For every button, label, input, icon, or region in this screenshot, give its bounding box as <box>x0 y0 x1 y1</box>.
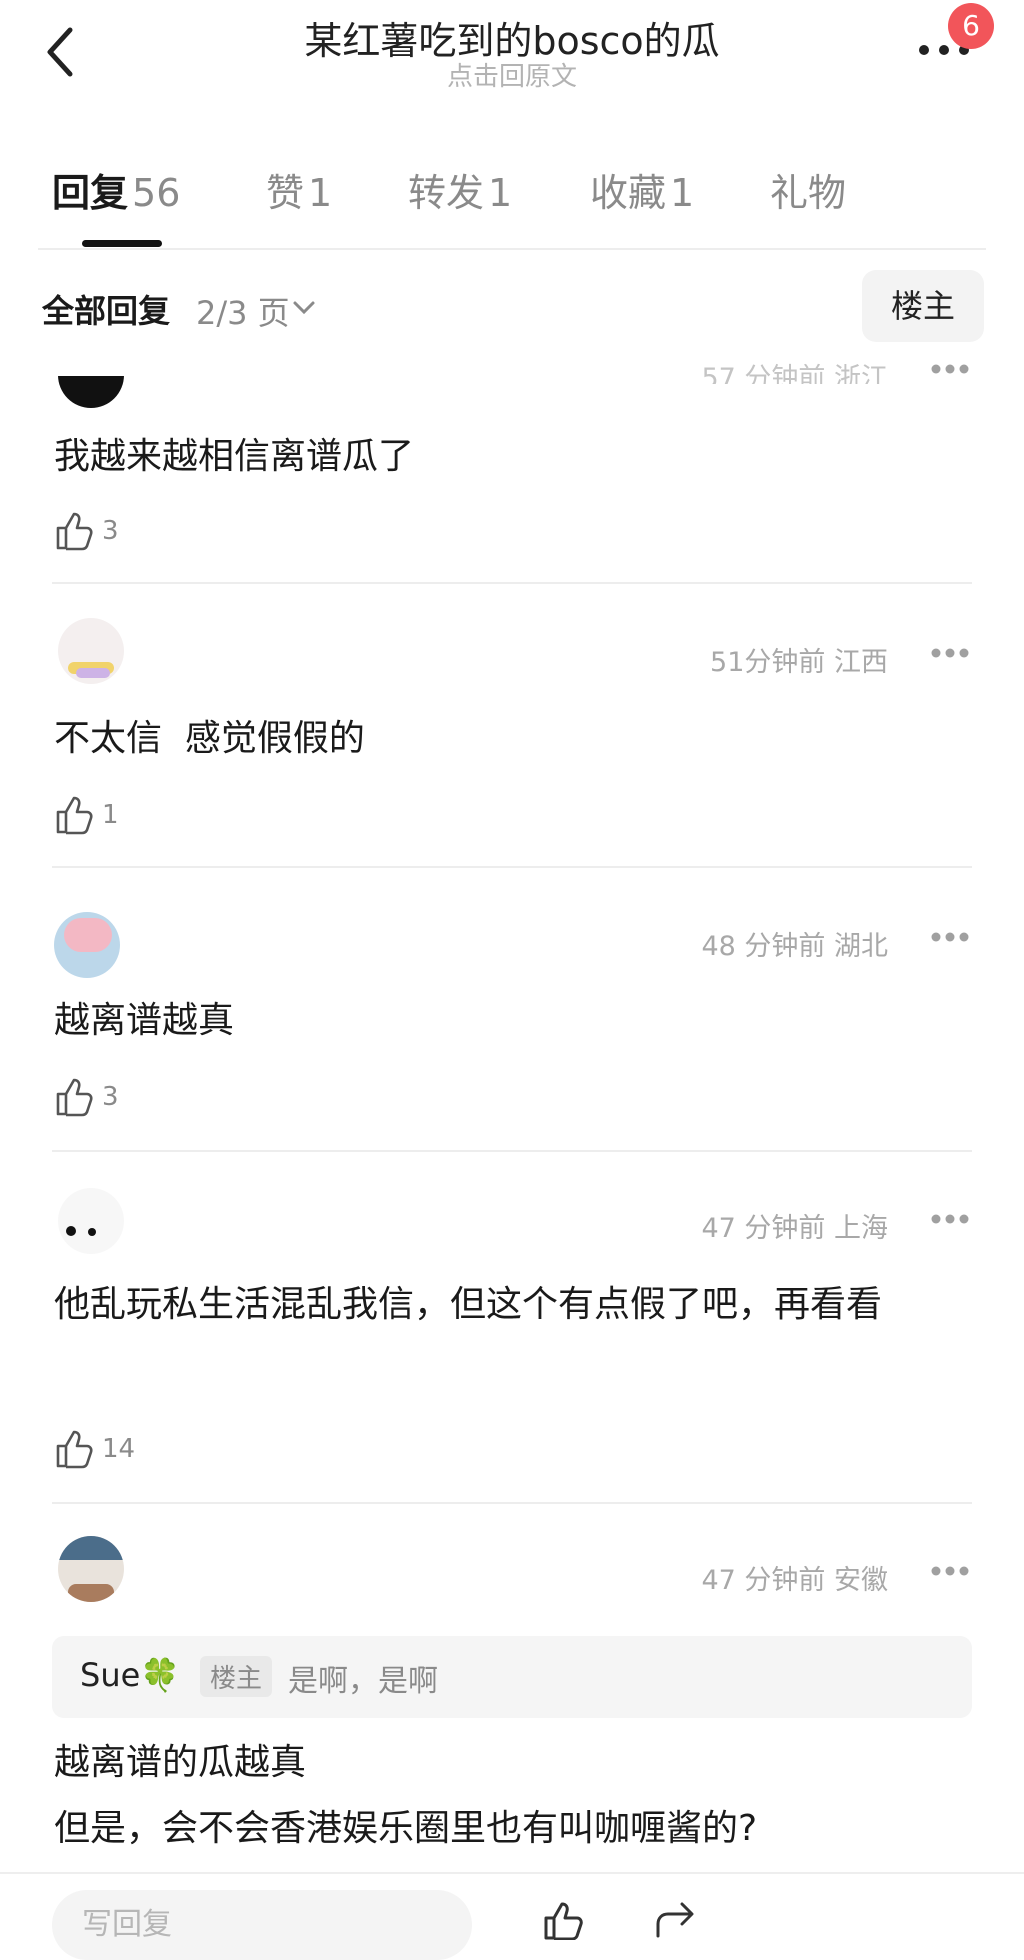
tab-count: 1 <box>488 171 513 215</box>
comment-text-line: 但是，会不会香港娱乐圈里也有叫咖喱酱的? <box>54 1808 758 1849</box>
tab-count: 1 <box>670 171 695 215</box>
thumbs-up-icon[interactable] <box>54 1428 94 1470</box>
quoted-reply[interactable] <box>52 1636 972 1718</box>
like-count: 1 <box>102 800 119 830</box>
comment-text: 他乱玩私生活混乱我信，但这个有点假了吧，再看看 <box>54 1284 883 1325</box>
tab-label: 礼物 <box>770 171 847 215</box>
more-icon[interactable] <box>930 362 970 376</box>
thumbs-up-icon[interactable] <box>54 1076 94 1118</box>
comment-divider <box>52 866 972 868</box>
tab-label: 回复 <box>52 171 129 215</box>
active-tab-indicator <box>82 240 162 247</box>
tab-favorites[interactable]: 收藏 1 <box>590 162 694 217</box>
avatar[interactable] <box>54 912 120 978</box>
comment-divider <box>52 1150 972 1152</box>
avatar[interactable] <box>58 1536 124 1602</box>
comment-meta: 51分钟前 江西 <box>710 647 888 678</box>
comment-text: 越离谱越真 <box>54 1000 235 1041</box>
op-only-button[interactable]: 楼主 <box>862 270 984 342</box>
comment-meta: 47 分钟前 上海 <box>701 1213 888 1244</box>
notification-badge: 6 <box>948 3 994 49</box>
tab-likes[interactable]: 赞1 <box>266 162 332 217</box>
tabs-divider <box>38 248 986 250</box>
more-icon[interactable] <box>930 930 970 944</box>
comment-text: 不太信 感觉假假的 <box>54 718 365 759</box>
comment-meta: 47 分钟前 安徽 <box>701 1565 888 1596</box>
tab-label: 赞 <box>266 171 305 215</box>
tab-label: 转发 <box>408 171 485 215</box>
tab-label: 收藏 <box>590 171 667 215</box>
like-count: 3 <box>102 1082 119 1112</box>
back-to-original-link[interactable]: 点击回原文 <box>0 56 1024 93</box>
quoted-text: 是啊，是啊 <box>288 1664 438 1699</box>
quoted-username[interactable]: Sue🍀 <box>80 1656 180 1694</box>
chevron-down-icon[interactable] <box>292 300 316 316</box>
comment-meta: 57 分钟前 浙江 <box>701 363 888 384</box>
share-icon[interactable] <box>652 1900 702 1940</box>
thumbs-up-icon[interactable] <box>54 794 94 836</box>
tab-gifts[interactable]: 礼物 <box>770 162 846 217</box>
avatar[interactable] <box>58 376 124 408</box>
comment-text: 我越来越相信离谱瓜了 <box>54 436 415 477</box>
op-tag: 楼主 <box>200 1656 273 1697</box>
like-count: 14 <box>102 1434 136 1464</box>
comment-divider <box>52 582 972 584</box>
comment-meta: 48 分钟前 湖北 <box>701 931 888 962</box>
more-icon[interactable] <box>930 646 970 660</box>
thumbs-up-icon[interactable] <box>540 1900 586 1940</box>
page-selector[interactable]: 2/3 页 <box>196 288 290 334</box>
thumbs-up-icon[interactable] <box>54 510 94 552</box>
comment-divider <box>52 1502 972 1504</box>
all-replies-label: 全部回复 <box>42 292 171 330</box>
reply-input[interactable]: 写回复 <box>52 1890 472 1960</box>
tab-replies[interactable]: 回复 56 <box>52 162 180 217</box>
tab-reposts[interactable]: 转发 1 <box>408 162 512 217</box>
like-count: 3 <box>102 516 119 546</box>
tab-count: 56 <box>132 171 181 215</box>
avatar[interactable] <box>58 1188 124 1254</box>
tab-count: 1 <box>308 171 333 215</box>
comment-text-line: 越离谱的瓜越真 <box>54 1742 307 1783</box>
avatar[interactable] <box>58 618 124 684</box>
more-icon[interactable] <box>930 1564 970 1578</box>
more-icon[interactable] <box>930 1212 970 1226</box>
tab-bar: 回复 56 赞1 转发 1 收藏 1 礼物 <box>0 162 1024 222</box>
